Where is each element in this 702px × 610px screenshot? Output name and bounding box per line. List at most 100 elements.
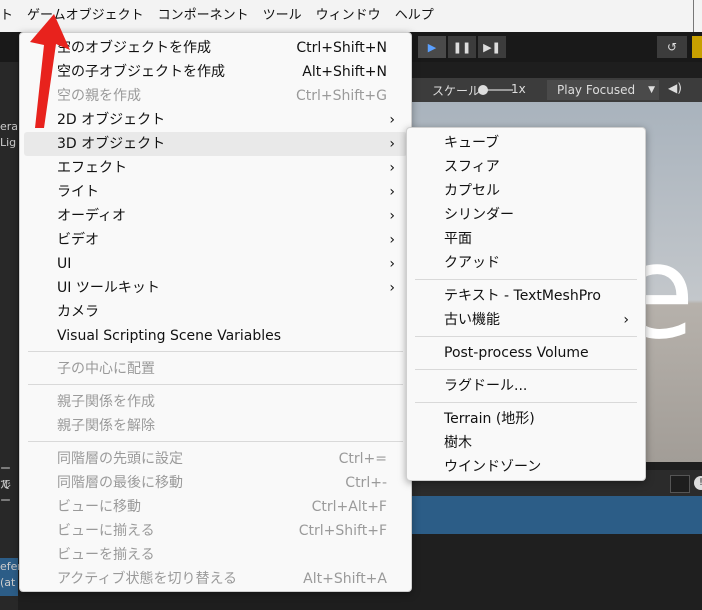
account-button[interactable] (692, 36, 702, 58)
menu-item-2d-object[interactable]: 2D オブジェクト › (24, 108, 407, 132)
menu-item-label: 子の中心に配置 (57, 361, 155, 377)
submenu-item-label: シリンダー (444, 207, 514, 223)
menu-item-label: ビューに移動 (57, 499, 141, 515)
menu-item-label: カメラ (57, 304, 99, 320)
menu-item-label: オーディオ (57, 208, 127, 224)
step-button[interactable]: ▶❚ (478, 36, 506, 58)
submenu-item-label: 樹木 (444, 435, 472, 451)
menu-item-set-last-sibling: 同階層の最後に移動 Ctrl+- (24, 471, 407, 495)
play-mode-dropdown[interactable]: Play Focused ▼ (547, 80, 659, 100)
menu-edit[interactable]: ト (0, 0, 20, 32)
menu-item-label: ライト (57, 184, 99, 200)
menu-item-3d-object[interactable]: 3D オブジェクト › (24, 132, 407, 156)
menu-item-move-to-view: ビューに移動 Ctrl+Alt+F (24, 495, 407, 519)
chevron-right-icon: › (389, 112, 395, 128)
menubar: ト ゲームオブジェクト コンポーネント ツール ウィンドウ ヘルプ (0, 0, 702, 32)
play-button[interactable]: ▶ (418, 36, 446, 58)
submenu-item-cube[interactable]: キューブ (411, 131, 641, 155)
menu-item-light[interactable]: ライト › (24, 180, 407, 204)
submenu-item-textmeshpro[interactable]: テキスト - TextMeshPro (411, 284, 641, 308)
chevron-right-icon: › (389, 136, 395, 152)
submenu-item-label: ウインドゾーン (444, 459, 542, 475)
menu-item-label: 親子関係を作成 (57, 394, 155, 410)
menu-item-label: 2D オブジェクト (57, 112, 166, 128)
submenu-item-sphere[interactable]: スフィア (411, 155, 641, 179)
selected-log-row-right[interactable] (410, 496, 702, 534)
menu-window[interactable]: ウィンドウ (309, 0, 388, 32)
menu-item-shortcut: Alt+Shift+N (302, 64, 387, 80)
menu-item-shortcut: Ctrl+Shift+G (295, 88, 387, 104)
menu-item-create-empty-child[interactable]: 空の子オブジェクトを作成 Alt+Shift+N (24, 60, 407, 84)
hierarchy-text-1: era (0, 120, 19, 133)
menu-item-label: アクティブ状態を切り替える (57, 571, 238, 587)
menu-item-ui-toolkit[interactable]: UI ツールキット › (24, 276, 407, 300)
submenu-item-plane[interactable]: 平面 (411, 227, 641, 251)
step-icon: ▶❚ (483, 40, 501, 54)
menu-separator (28, 384, 403, 385)
submenu-item-label: Terrain (地形) (444, 411, 535, 427)
chevron-down-icon: ▼ (648, 85, 655, 95)
menu-item-make-parent: 親子関係を作成 (24, 390, 407, 414)
chevron-right-icon: › (389, 280, 395, 296)
menu-item-center-on-children: 子の中心に配置 (24, 357, 407, 381)
submenu-item-capsule[interactable]: カプセル (411, 179, 641, 203)
menu-separator (28, 351, 403, 352)
menu-item-ui[interactable]: UI › (24, 252, 407, 276)
menu-item-video[interactable]: ビデオ › (24, 228, 407, 252)
menu-item-label: 3D オブジェクト (57, 136, 166, 152)
chevron-right-icon: › (389, 208, 395, 224)
chevron-right-icon: › (389, 184, 395, 200)
submenu-item-quad[interactable]: クアッド (411, 251, 641, 275)
menu-item-create-empty-parent: 空の親を作成 Ctrl+Shift+G (24, 84, 407, 108)
menu-item-label: UI ツールキット (57, 280, 160, 296)
menu-item-set-first-sibling: 同階層の先頭に設定 Ctrl+= (24, 447, 407, 471)
scale-label: スケール (432, 84, 481, 98)
menu-item-label: 空の子オブジェクトを作成 (57, 64, 225, 80)
log-text-2: (at (0, 576, 16, 589)
menu-item-effects[interactable]: エフェクト › (24, 156, 407, 180)
submenu-item-post-process-volume[interactable]: Post-process Volume (411, 341, 641, 365)
submenu-item-label: 古い機能 (444, 312, 500, 328)
speaker-icon[interactable]: ◀) (668, 81, 682, 95)
menu-item-camera[interactable]: カメラ (24, 300, 407, 324)
submenu-item-wind-zone[interactable]: ウインドゾーン (411, 455, 641, 479)
menu-tools[interactable]: ツール (256, 0, 309, 32)
menu-item-shortcut: Ctrl+Alt+F (311, 499, 387, 515)
submenu-item-cylinder[interactable]: シリンダー (411, 203, 641, 227)
play-mode-label: Play Focused (557, 83, 636, 97)
menu-component[interactable]: コンポーネント (151, 0, 256, 32)
pause-button[interactable]: ❚❚ (448, 36, 476, 58)
selected-log-row[interactable]: efer (at (0, 558, 22, 596)
submenu-item-legacy[interactable]: 古い機能 › (411, 308, 641, 332)
hierarchy-text-2: Lig (0, 136, 17, 149)
submenu-item-tree[interactable]: 樹木 (411, 431, 641, 455)
menu-item-shortcut: Ctrl+- (345, 475, 387, 491)
info-icon[interactable]: ! (694, 476, 702, 490)
submenu-item-label: ラグドール... (444, 378, 528, 394)
console-body (410, 534, 702, 610)
menu-item-shortcut: Ctrl+= (338, 451, 387, 467)
submenu-item-label: テキスト - TextMeshPro (444, 288, 601, 304)
submenu-item-label: キューブ (444, 135, 500, 151)
menu-item-create-empty[interactable]: 空のオブジェクトを作成 Ctrl+Shift+N (24, 36, 407, 60)
scale-slider-knob[interactable] (478, 85, 488, 95)
menu-help[interactable]: ヘルプ (388, 0, 441, 32)
menu-item-align-view-to-selected: ビューを揃える (24, 543, 407, 567)
submenu-item-terrain[interactable]: Terrain (地形) (411, 407, 641, 431)
menu-item-label: 空の親を作成 (57, 88, 141, 104)
menu-item-label: Visual Scripting Scene Variables (57, 328, 282, 344)
menu-separator (415, 279, 637, 280)
menu-gameobject[interactable]: ゲームオブジェクト (20, 0, 151, 32)
gameobject-menu: 空のオブジェクトを作成 Ctrl+Shift+N 空の子オブジェクトを作成 Al… (19, 32, 412, 592)
menu-item-visual-scripting[interactable]: Visual Scripting Scene Variables (24, 324, 407, 348)
history-button[interactable]: ↺ (657, 36, 687, 58)
menu-item-shortcut: Alt+Shift+A (303, 571, 387, 587)
submenu-item-ragdoll[interactable]: ラグドール... (411, 374, 641, 398)
menu-item-label: UI (57, 256, 72, 272)
menu-item-label: 同階層の最後に移動 (57, 475, 183, 491)
menu-item-clear-parent: 親子関係を解除 (24, 414, 407, 438)
menu-item-label: ビデオ (57, 232, 99, 248)
play-controls: ▶ ❚❚ ▶❚ (418, 36, 506, 58)
console-search-field[interactable] (670, 475, 690, 493)
menu-item-audio[interactable]: オーディオ › (24, 204, 407, 228)
